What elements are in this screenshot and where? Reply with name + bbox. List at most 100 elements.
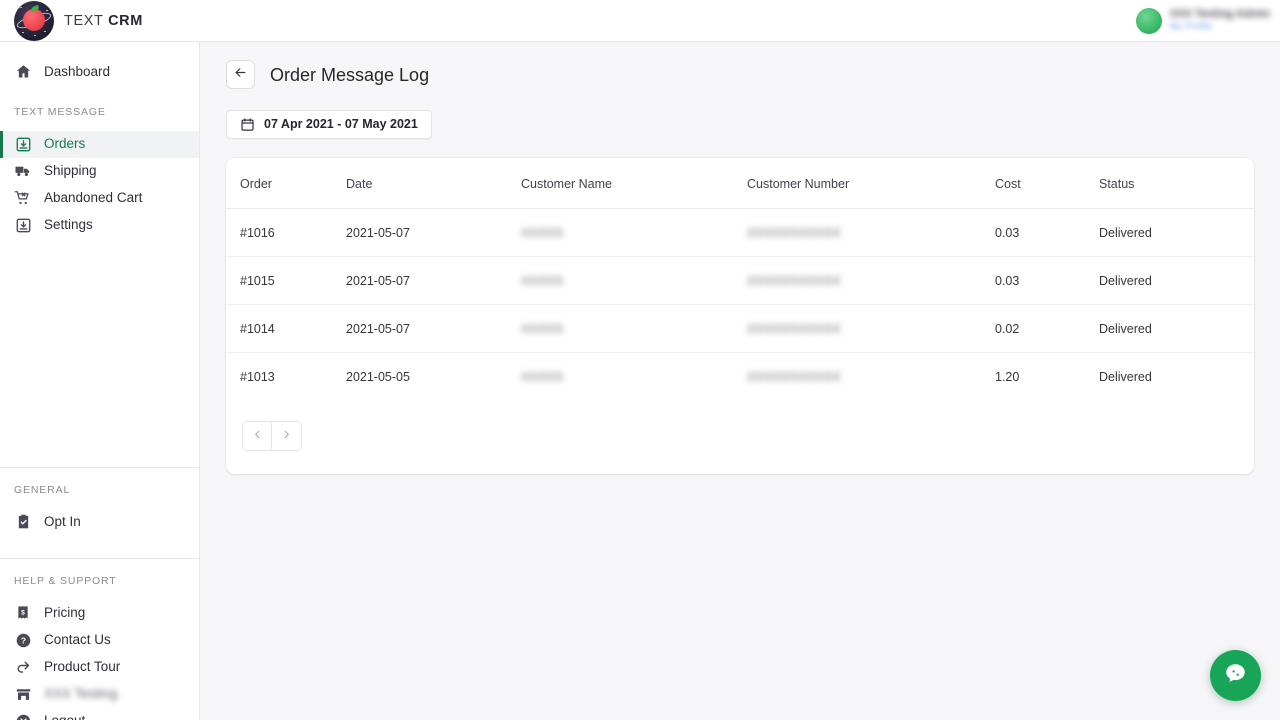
- column-header-status: Status: [1099, 158, 1254, 209]
- order-log-table: Order Date Customer Name Customer Number…: [226, 158, 1254, 400]
- redacted-customer-number: XXXXXXXXXXX: [747, 274, 841, 288]
- pagination: [226, 400, 1254, 474]
- cell-customer-number: XXXXXXXXXXX: [747, 305, 995, 353]
- cell-order: #1016: [226, 209, 346, 257]
- table-row[interactable]: #1014 2021-05-07 XXXXX XXXXXXXXXXX 0.02 …: [226, 305, 1254, 353]
- chat-bubble-icon: [1223, 661, 1248, 691]
- calendar-icon: [240, 117, 255, 132]
- redacted-customer-name: XXXXX: [521, 274, 564, 288]
- cell-status: Delivered: [1099, 257, 1254, 305]
- cell-cost: 0.02: [995, 305, 1099, 353]
- user-meta: XXX Testing Admin My Profile: [1170, 9, 1270, 32]
- chevron-left-icon: [252, 427, 263, 445]
- sidebar-item-orders[interactable]: Orders: [0, 131, 199, 158]
- redacted-customer-number: XXXXXXXXXXX: [747, 370, 841, 384]
- question-circle-icon: ?: [14, 631, 32, 649]
- column-header-cost: Cost: [995, 158, 1099, 209]
- sidebar-item-contact-us[interactable]: ? Contact Us: [0, 627, 199, 654]
- redo-arrow-icon: [14, 658, 32, 676]
- sidebar-item-label: Orders: [44, 137, 85, 151]
- chevron-right-icon: [281, 427, 292, 445]
- cell-customer-number: XXXXXXXXXXX: [747, 209, 995, 257]
- order-log-card: Order Date Customer Name Customer Number…: [226, 158, 1254, 474]
- cell-date: 2021-05-07: [346, 305, 521, 353]
- sidebar: Dashboard TEXT MESSAGE Orders: [0, 42, 200, 720]
- brand-name-bold: CRM: [108, 13, 143, 29]
- cell-cost: 1.20: [995, 353, 1099, 401]
- column-header-date: Date: [346, 158, 521, 209]
- cell-date: 2021-05-07: [346, 257, 521, 305]
- table-row[interactable]: #1013 2021-05-05 XXXXX XXXXXXXXXXX 1.20 …: [226, 353, 1254, 401]
- inbox-download-icon: [14, 216, 32, 234]
- table-header-row: Order Date Customer Name Customer Number…: [226, 158, 1254, 209]
- cart-x-icon: [14, 189, 32, 207]
- sidebar-item-label: Logout: [44, 714, 85, 720]
- top-bar: TEXT CRM XXX Testing Admin My Profile: [0, 0, 1280, 42]
- user-name: XXX Testing Admin: [1170, 9, 1270, 20]
- cell-date: 2021-05-07: [346, 209, 521, 257]
- user-subtitle[interactable]: My Profile: [1170, 22, 1270, 32]
- cell-customer-name: XXXXX: [521, 209, 747, 257]
- sidebar-item-shipping[interactable]: Shipping: [0, 158, 199, 185]
- app-root: TEXT CRM XXX Testing Admin My Profile Da…: [0, 0, 1280, 720]
- sidebar-item-pricing[interactable]: $ Pricing: [0, 600, 199, 627]
- redacted-customer-name: XXXXX: [521, 226, 564, 240]
- clipboard-check-icon: [14, 513, 32, 531]
- cell-date: 2021-05-05: [346, 353, 521, 401]
- sidebar-item-label: Settings: [44, 218, 93, 232]
- sidebar-item-label: Abandoned Cart: [44, 191, 142, 205]
- page-title: Order Message Log: [270, 66, 429, 84]
- cell-customer-name: XXXXX: [521, 353, 747, 401]
- cell-customer-name: XXXXX: [521, 305, 747, 353]
- sidebar-item-label: Dashboard: [44, 65, 110, 79]
- cell-customer-name: XXXXX: [521, 257, 747, 305]
- table-row[interactable]: #1016 2021-05-07 XXXXX XXXXXXXXXXX 0.03 …: [226, 209, 1254, 257]
- cell-order: #1015: [226, 257, 346, 305]
- avatar: [1136, 8, 1162, 34]
- cell-customer-number: XXXXXXXXXXX: [747, 353, 995, 401]
- truck-icon: [14, 162, 32, 180]
- sidebar-item-label: XXX Testing: [44, 687, 117, 701]
- user-menu[interactable]: XXX Testing Admin My Profile: [1136, 8, 1280, 34]
- sidebar-item-opt-in[interactable]: Opt In: [0, 508, 199, 535]
- column-header-customer-number: Customer Number: [747, 158, 995, 209]
- sidebar-item-label: Pricing: [44, 606, 85, 620]
- arrow-left-icon: [233, 65, 248, 85]
- back-button[interactable]: [226, 60, 255, 89]
- brand-name: TEXT CRM: [64, 13, 143, 29]
- svg-text:?: ?: [20, 635, 25, 645]
- cell-cost: 0.03: [995, 257, 1099, 305]
- svg-text:$: $: [21, 610, 25, 617]
- sidebar-item-label: Shipping: [44, 164, 97, 178]
- cell-order: #1014: [226, 305, 346, 353]
- sidebar-section-text-message: TEXT MESSAGE: [0, 107, 199, 118]
- chat-widget-button[interactable]: [1210, 650, 1261, 701]
- sidebar-section-help-support: HELP & SUPPORT: [0, 576, 199, 587]
- column-header-order: Order: [226, 158, 346, 209]
- pagination-next-button[interactable]: [272, 421, 302, 451]
- cell-status: Delivered: [1099, 305, 1254, 353]
- sidebar-item-logout[interactable]: Logout: [0, 708, 199, 720]
- sidebar-item-abandoned-cart[interactable]: Abandoned Cart: [0, 185, 199, 212]
- brand-logo[interactable]: TEXT CRM: [0, 0, 143, 42]
- sidebar-item-label: Product Tour: [44, 660, 120, 674]
- pagination-prev-button[interactable]: [242, 421, 272, 451]
- column-header-customer-name: Customer Name: [521, 158, 747, 209]
- storefront-icon: [14, 685, 32, 703]
- redacted-customer-number: XXXXXXXXXXX: [747, 226, 841, 240]
- sidebar-item-label: Opt In: [44, 515, 81, 529]
- sidebar-item-dashboard[interactable]: Dashboard: [0, 58, 199, 85]
- sidebar-item-settings[interactable]: Settings: [0, 212, 199, 239]
- cell-status: Delivered: [1099, 209, 1254, 257]
- cell-status: Delivered: [1099, 353, 1254, 401]
- main-content: Order Message Log 07 Apr 2021 - 07 May 2…: [200, 42, 1280, 720]
- date-range-label: 07 Apr 2021 - 07 May 2021: [264, 118, 418, 131]
- cell-customer-number: XXXXXXXXXXX: [747, 257, 995, 305]
- table-row[interactable]: #1015 2021-05-07 XXXXX XXXXXXXXXXX 0.03 …: [226, 257, 1254, 305]
- inbox-download-icon: [14, 135, 32, 153]
- date-range-picker[interactable]: 07 Apr 2021 - 07 May 2021: [226, 110, 432, 139]
- x-circle-icon: [14, 712, 32, 720]
- sidebar-item-store[interactable]: XXX Testing: [0, 681, 199, 708]
- home-icon: [14, 63, 32, 81]
- sidebar-item-product-tour[interactable]: Product Tour: [0, 654, 199, 681]
